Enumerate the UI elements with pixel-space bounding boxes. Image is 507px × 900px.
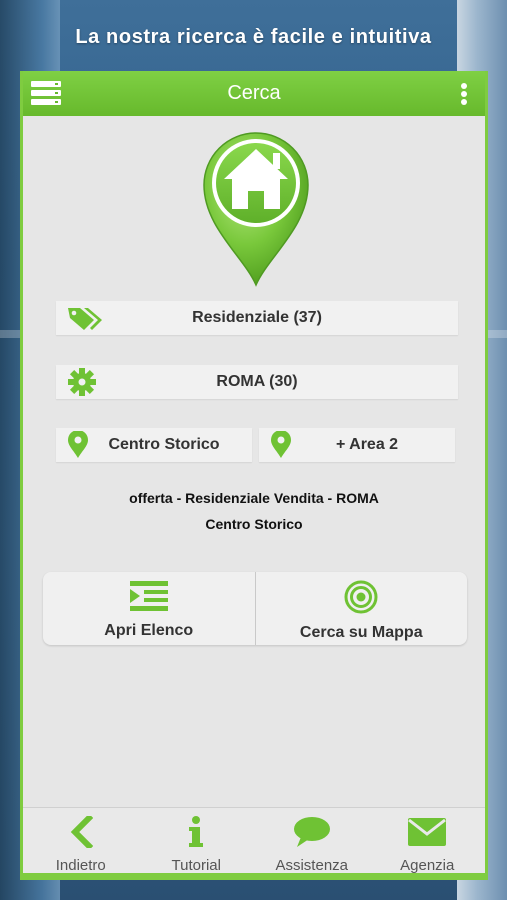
info-icon bbox=[189, 816, 204, 847]
more-options-icon[interactable] bbox=[461, 83, 467, 105]
chevron-left-icon bbox=[70, 816, 93, 848]
promo-headline: La nostra ricerca è facile e intuitiva bbox=[75, 26, 432, 48]
category-selector[interactable]: Residenziale (37) bbox=[56, 301, 458, 335]
nav-agency[interactable]: Agenzia bbox=[370, 808, 486, 877]
map-search-label: Cerca su Mappa bbox=[299, 624, 423, 641]
list-icon bbox=[129, 581, 168, 611]
nav-tutorial-label: Tutorial bbox=[171, 857, 221, 874]
chat-bubble-icon bbox=[293, 817, 330, 847]
nav-support[interactable]: Assistenza bbox=[254, 808, 370, 877]
menu-icon[interactable] bbox=[31, 81, 61, 105]
location-pin-icon bbox=[271, 431, 291, 458]
nav-back-label: Indietro bbox=[55, 857, 106, 874]
map-search-button[interactable]: Cerca su Mappa bbox=[254, 572, 468, 645]
nav-back[interactable]: Indietro bbox=[23, 808, 139, 877]
open-list-label: Apri Elenco bbox=[104, 622, 194, 639]
nav-tutorial[interactable]: Tutorial bbox=[139, 808, 255, 877]
app-screen: Cerca Residenziale (37) ROMA (30) Centro… bbox=[20, 71, 488, 880]
page-title: Cerca bbox=[227, 82, 281, 104]
bottom-accent-line bbox=[23, 873, 485, 877]
search-summary: offerta - Residenziale Vendita - ROMA Ce… bbox=[23, 485, 485, 537]
house-pin-icon bbox=[203, 132, 309, 287]
action-buttons: Apri Elenco Cerca su Mappa bbox=[43, 572, 467, 645]
area-1-selector[interactable]: Centro Storico bbox=[56, 428, 252, 462]
nav-support-label: Assistenza bbox=[275, 857, 349, 874]
area-2-selector[interactable]: + Area 2 bbox=[259, 428, 455, 462]
location-pin-icon bbox=[68, 431, 88, 458]
open-list-button[interactable]: Apri Elenco bbox=[43, 572, 255, 645]
tags-icon bbox=[68, 308, 102, 330]
summary-line-1: offerta - Residenziale Vendita - ROMA bbox=[129, 490, 379, 506]
summary-line-2: Centro Storico bbox=[205, 516, 303, 532]
envelope-icon bbox=[408, 818, 447, 846]
nav-agency-label: Agenzia bbox=[400, 857, 455, 874]
city-selector[interactable]: ROMA (30) bbox=[56, 365, 458, 399]
category-label: Residenziale (37) bbox=[192, 309, 322, 326]
gear-icon bbox=[68, 368, 96, 396]
target-icon bbox=[344, 580, 378, 614]
bottom-navigation: Indietro Tutorial Assistenza Agenzia bbox=[23, 807, 485, 877]
city-label: ROMA (30) bbox=[216, 373, 298, 390]
top-bar: Cerca bbox=[23, 71, 485, 116]
